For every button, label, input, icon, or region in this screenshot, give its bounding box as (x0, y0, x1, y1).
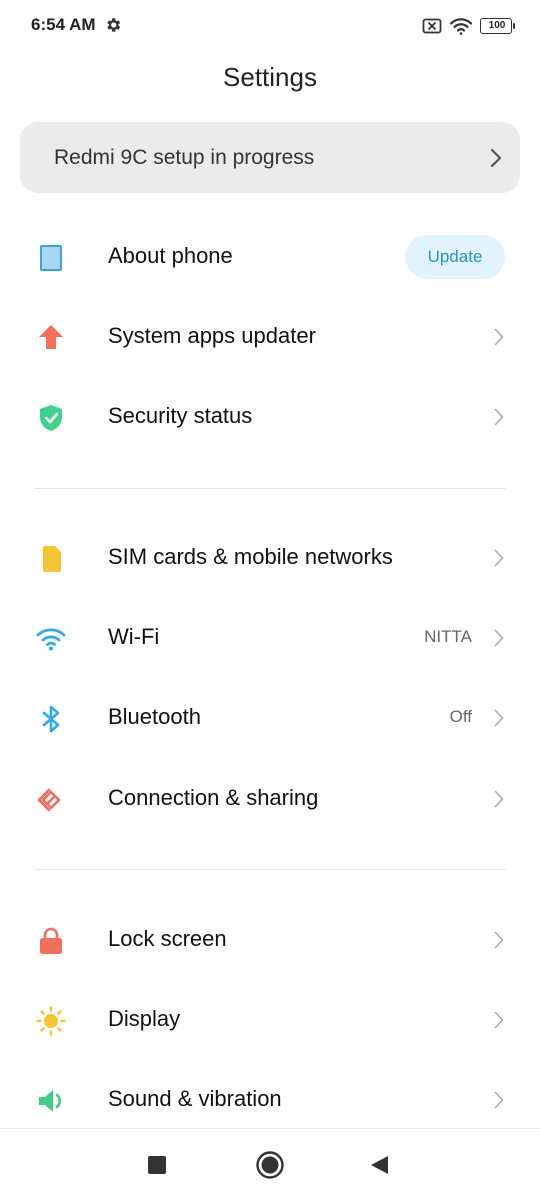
settings-item-label: Security status (108, 403, 253, 428)
settings-item-system-apps-updater[interactable]: System apps updater (0, 298, 540, 378)
settings-item-label: About phone (108, 243, 233, 268)
chevron-right-icon (494, 629, 504, 647)
settings-item-label: SIM cards & mobile networks (108, 544, 393, 569)
recents-button[interactable] (147, 1155, 167, 1175)
bluetooth-icon (42, 705, 60, 733)
speaker-icon (39, 1090, 61, 1112)
settings-item-security-status[interactable]: Security status (0, 378, 540, 458)
home-button[interactable] (255, 1150, 285, 1180)
chevron-right-icon (494, 709, 504, 727)
phone-icon (40, 245, 62, 271)
lock-icon (40, 927, 62, 954)
setup-banner-label: Redmi 9C setup in progress (54, 146, 315, 169)
settings-item-sim-cards[interactable]: SIM cards & mobile networks (0, 519, 540, 599)
sun-icon (36, 1006, 66, 1036)
chevron-right-icon (494, 328, 504, 346)
page-title: Settings (223, 62, 317, 92)
settings-item-bluetooth[interactable]: Bluetooth Off (0, 679, 540, 759)
divider (34, 488, 506, 489)
settings-item-label: Bluetooth (108, 704, 201, 729)
settings-item-label: Wi-Fi (108, 624, 160, 649)
wifi-icon (36, 628, 66, 651)
battery-level: 100 (488, 20, 506, 31)
settings-item-label: Sound & vibration (108, 1086, 282, 1111)
sim-card-icon (43, 546, 61, 572)
chevron-right-icon (494, 1091, 504, 1109)
settings-item-wifi[interactable]: Wi-Fi NITTA (0, 599, 540, 679)
bluetooth-status: Off (449, 707, 472, 726)
settings-item-label: Display (108, 1006, 181, 1031)
chevron-right-icon (494, 408, 504, 426)
no-sim-icon (422, 18, 442, 34)
status-time: 6:54 AM (31, 15, 96, 34)
update-button[interactable]: Update (405, 235, 505, 279)
chevron-right-icon (490, 148, 502, 168)
settings-item-label: Connection & sharing (108, 785, 319, 810)
setup-banner[interactable]: Redmi 9C setup in progress (20, 122, 520, 193)
navigation-bar (0, 1128, 540, 1201)
arrow-up-icon (39, 325, 63, 349)
settings-item-label: System apps updater (108, 323, 316, 348)
wifi-network-name: NITTA (424, 627, 472, 646)
shield-check-icon (40, 405, 62, 431)
divider (34, 869, 506, 870)
gear-icon (107, 18, 121, 32)
chevron-right-icon (494, 931, 504, 949)
battery-indicator: 100 (480, 18, 515, 34)
settings-item-label: Lock screen (108, 926, 227, 951)
status-icons: 100 (422, 16, 515, 36)
status-bar: 6:54 AM 100 (0, 0, 540, 52)
settings-item-connection-sharing[interactable]: Connection & sharing (0, 760, 540, 840)
chevron-right-icon (494, 790, 504, 808)
wifi-status-icon (450, 18, 472, 35)
settings-item-lock-screen[interactable]: Lock screen (0, 901, 540, 981)
settings-item-about-phone[interactable]: About phone Update (0, 218, 540, 298)
chevron-right-icon (494, 1011, 504, 1029)
connection-sharing-icon (37, 788, 61, 812)
chevron-right-icon (494, 549, 504, 567)
settings-item-display[interactable]: Display (0, 981, 540, 1061)
back-button[interactable] (368, 1154, 390, 1176)
